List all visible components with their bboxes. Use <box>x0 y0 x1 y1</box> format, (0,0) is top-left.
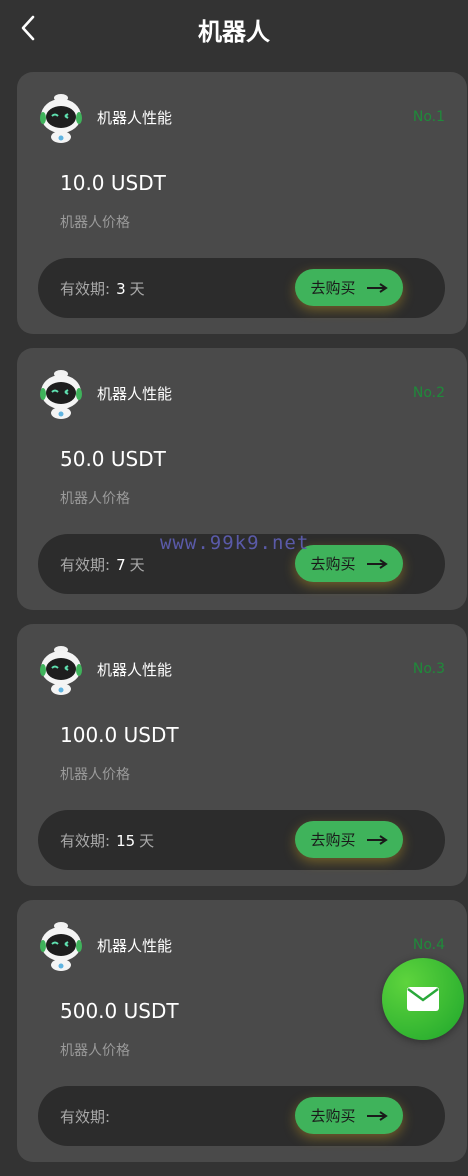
robot-icon <box>39 920 91 974</box>
header: 机器人 <box>0 0 468 58</box>
validity-text: 有效期: 15 天 <box>60 830 154 851</box>
robot-card: 机器人性能 No.2 50.0 USDT 机器人价格 有效期: 7 天 去购买 <box>17 348 467 610</box>
robot-price: 10.0 USDT <box>60 171 166 195</box>
validity-label: 有效期: <box>60 280 111 298</box>
robot-icon <box>39 368 91 422</box>
robot-price-label: 机器人价格 <box>60 491 130 507</box>
message-button[interactable] <box>382 958 464 1040</box>
buy-label: 去购买 <box>310 1107 356 1125</box>
robot-price: 100.0 USDT <box>60 723 179 747</box>
buy-button[interactable]: 去购买 <box>295 821 403 858</box>
robot-price-label: 机器人价格 <box>60 1043 130 1059</box>
robot-number: No.3 <box>412 661 445 677</box>
arrow-right-icon <box>366 1110 388 1121</box>
validity-label: 有效期: <box>60 832 111 850</box>
buy-button[interactable]: 去购买 <box>295 1097 403 1134</box>
robot-icon <box>39 644 91 698</box>
validity-text: 有效期: 7 天 <box>60 554 145 575</box>
buy-label: 去购买 <box>310 831 356 849</box>
buy-label: 去购买 <box>310 279 356 297</box>
robot-price: 50.0 USDT <box>60 447 166 471</box>
robot-performance-label: 机器人性能 <box>97 385 173 403</box>
robot-card: 机器人性能 No.1 10.0 USDT 机器人价格 有效期: 3 天 去购买 <box>17 72 467 334</box>
page-title: 机器人 <box>198 18 270 46</box>
watermark: www.99k9.net <box>160 532 310 554</box>
arrow-right-icon <box>366 834 388 845</box>
validity-days: 3 <box>116 280 126 298</box>
validity-unit: 天 <box>139 832 155 850</box>
robot-performance-label: 机器人性能 <box>97 109 173 127</box>
robot-number: No.1 <box>412 109 445 125</box>
robot-price: 500.0 USDT <box>60 999 179 1023</box>
mail-icon <box>407 987 439 1011</box>
validity-bar: 有效期: 去购买 <box>38 1086 445 1146</box>
validity-days: 15 <box>116 832 136 850</box>
validity-bar: 有效期: 15 天 去购买 <box>38 810 445 870</box>
validity-bar: 有效期: 3 天 去购买 <box>38 258 445 318</box>
robot-price-label: 机器人价格 <box>60 767 130 783</box>
arrow-right-icon <box>366 558 388 569</box>
robot-performance-label: 机器人性能 <box>97 937 173 955</box>
validity-days: 7 <box>116 556 126 574</box>
robot-performance-label: 机器人性能 <box>97 661 173 679</box>
validity-text: 有效期: <box>60 1106 120 1127</box>
validity-text: 有效期: 3 天 <box>60 278 145 299</box>
robot-card: 机器人性能 No.3 100.0 USDT 机器人价格 有效期: 15 天 去购买 <box>17 624 467 886</box>
validity-unit: 天 <box>129 280 145 298</box>
validity-label: 有效期: <box>60 556 111 574</box>
buy-button[interactable]: 去购买 <box>295 269 403 306</box>
arrow-right-icon <box>366 282 388 293</box>
validity-label: 有效期: <box>60 1108 111 1126</box>
robot-price-label: 机器人价格 <box>60 215 130 231</box>
robot-number: No.4 <box>412 937 445 953</box>
robot-icon <box>39 92 91 146</box>
buy-label: 去购买 <box>310 555 356 573</box>
robot-number: No.2 <box>412 385 445 401</box>
buy-button[interactable]: 去购买 <box>295 545 403 582</box>
validity-unit: 天 <box>129 556 145 574</box>
